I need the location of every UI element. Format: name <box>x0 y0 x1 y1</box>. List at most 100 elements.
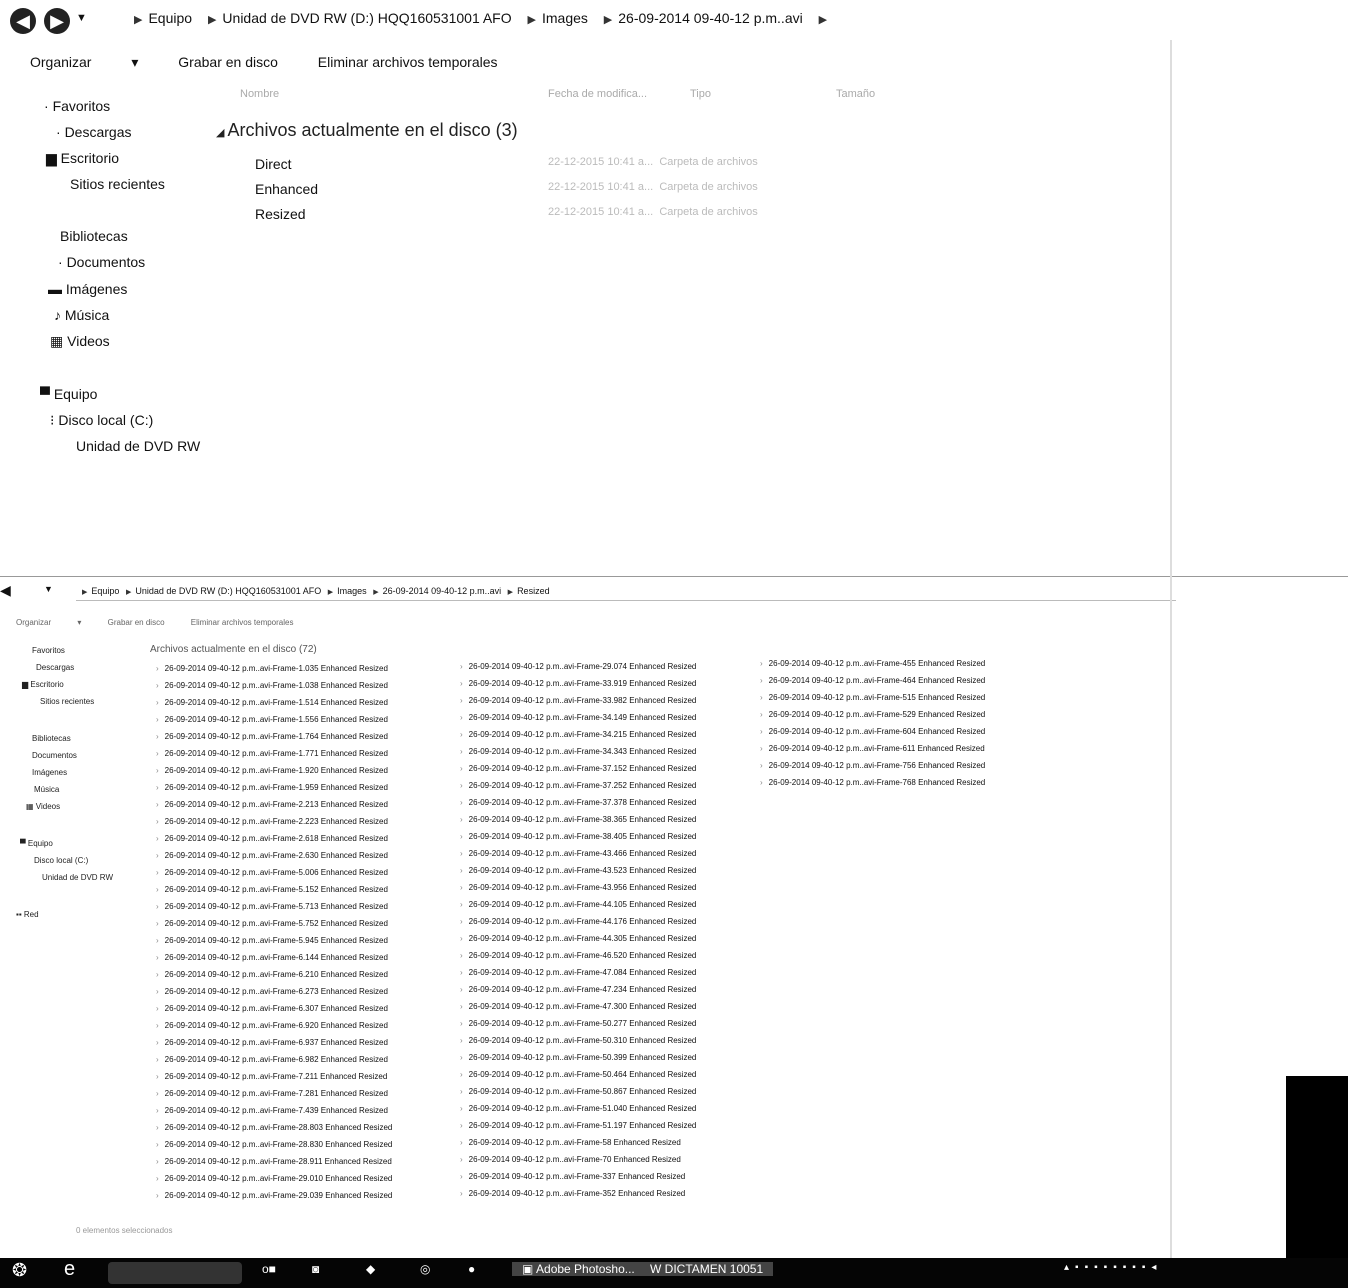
file-list-item[interactable]: 26-09-2014 09-40-12 p.m..avi-Frame-47.23… <box>460 981 697 998</box>
file-list-item[interactable]: 26-09-2014 09-40-12 p.m..avi-Frame-43.46… <box>460 845 697 862</box>
breadcrumb-item[interactable]: 26-09-2014 09-40-12 p.m..avi <box>618 10 802 26</box>
file-list-item[interactable]: 26-09-2014 09-40-12 p.m..avi-Frame-29.07… <box>460 658 697 675</box>
start-button-icon[interactable]: ❂ <box>12 1260 27 1281</box>
chrome-icon[interactable]: ● <box>468 1262 475 1276</box>
sidebar-item-videos[interactable]: ▦ Videos <box>50 333 110 350</box>
sidebar-item-recent[interactable]: Sitios recientes <box>70 176 165 192</box>
breadcrumb-item[interactable]: 26-09-2014 09-40-12 p.m..avi <box>383 586 502 596</box>
file-list-item[interactable]: 26-09-2014 09-40-12 p.m..avi-Frame-5.006… <box>156 864 392 881</box>
sidebar-item-libraries[interactable]: Bibliotecas <box>60 228 128 244</box>
file-list-item[interactable]: 26-09-2014 09-40-12 p.m..avi-Frame-28.80… <box>156 1119 393 1136</box>
file-list-item[interactable]: 26-09-2014 09-40-12 p.m..avi-Frame-611 E… <box>760 740 985 757</box>
history-dropdown-icon[interactable]: ▼ <box>76 12 87 24</box>
column-header-name[interactable]: Nombre <box>240 88 279 100</box>
file-list-item[interactable]: 26-09-2014 09-40-12 p.m..avi-Frame-7.439… <box>156 1102 392 1119</box>
file-list-item[interactable]: 26-09-2014 09-40-12 p.m..avi-Frame-1.514… <box>156 694 392 711</box>
organize-button[interactable]: Organizar ▾ <box>30 54 138 70</box>
sidebar-item-downloads[interactable]: · Descargas <box>56 124 131 140</box>
file-list-item[interactable]: 26-09-2014 09-40-12 p.m..avi-Frame-51.04… <box>460 1100 697 1117</box>
breadcrumb[interactable]: ▶ Equipo ▶ Unidad de DVD RW (D:) HQQ160531… <box>128 10 833 26</box>
file-list-item[interactable]: 26-09-2014 09-40-12 p.m..avi-Frame-7.281… <box>156 1085 392 1102</box>
burn-disc-button[interactable]: Grabar en disco <box>178 54 278 70</box>
file-list-item[interactable]: 26-09-2014 09-40-12 p.m..avi-Frame-1.038… <box>156 677 392 694</box>
file-list-item[interactable]: 26-09-2014 09-40-12 p.m..avi-Frame-6.307… <box>156 1000 392 1017</box>
sidebar-item-local-disk[interactable]: Disco local (C:) <box>34 856 88 865</box>
media-player-icon[interactable]: ◙ <box>312 1262 319 1276</box>
pinned-app-icon[interactable] <box>108 1262 242 1284</box>
file-list-item[interactable]: 26-09-2014 09-40-12 p.m..avi-Frame-1.959… <box>156 779 392 796</box>
forward-arrow-icon[interactable]: ▶ <box>44 8 70 34</box>
file-list-item[interactable]: 26-09-2014 09-40-12 p.m..avi-Frame-44.30… <box>460 930 697 947</box>
file-list-item[interactable]: 26-09-2014 09-40-12 p.m..avi-Frame-29.01… <box>156 1170 393 1187</box>
explorer-icon[interactable]: ◆ <box>366 1262 375 1276</box>
file-list-item[interactable]: 26-09-2014 09-40-12 p.m..avi-Frame-5.152… <box>156 881 392 898</box>
column-header-date[interactable]: Fecha de modifica... <box>548 88 647 100</box>
file-list-item[interactable]: 26-09-2014 09-40-12 p.m..avi-Frame-1.764… <box>156 728 392 745</box>
organize-button[interactable]: Organizar ▾ <box>16 618 81 627</box>
file-list-item[interactable]: 26-09-2014 09-40-12 p.m..avi-Frame-37.15… <box>460 760 697 777</box>
sidebar-item-documents[interactable]: · Documentos <box>58 254 145 270</box>
sidebar-item-desktop[interactable]: ▆ Escritorio <box>46 150 119 167</box>
back-arrow-icon[interactable]: ◀ <box>10 8 36 34</box>
file-list-item[interactable]: 26-09-2014 09-40-12 p.m..avi-Frame-50.27… <box>460 1015 697 1032</box>
file-list-item[interactable]: 26-09-2014 09-40-12 p.m..avi-Frame-1.920… <box>156 762 392 779</box>
file-list-item[interactable]: 26-09-2014 09-40-12 p.m..avi-Frame-1.771… <box>156 745 392 762</box>
file-list-item[interactable]: 26-09-2014 09-40-12 p.m..avi-Frame-43.52… <box>460 862 697 879</box>
file-list-item[interactable]: 26-09-2014 09-40-12 p.m..avi-Frame-70 En… <box>460 1151 696 1168</box>
file-list-item[interactable]: 26-09-2014 09-40-12 p.m..avi-Frame-51.19… <box>460 1117 697 1134</box>
sidebar-item-dvd-drive[interactable]: Unidad de DVD RW <box>76 438 200 454</box>
sidebar-item-libraries[interactable]: Bibliotecas <box>32 734 71 743</box>
sidebar-item-music[interactable]: Música <box>34 785 59 794</box>
file-list-item[interactable]: 26-09-2014 09-40-12 p.m..avi-Frame-2.213… <box>156 796 392 813</box>
file-list-item[interactable]: 26-09-2014 09-40-12 p.m..avi-Frame-6.937… <box>156 1034 392 1051</box>
file-list-item[interactable]: 26-09-2014 09-40-12 p.m..avi-Frame-756 E… <box>760 757 986 774</box>
file-list-item[interactable]: 26-09-2014 09-40-12 p.m..avi-Frame-1.035… <box>156 660 392 677</box>
file-list-item[interactable]: 26-09-2014 09-40-12 p.m..avi-Frame-6.144… <box>156 949 392 966</box>
group-header[interactable]: Archivos actualmente en el disco (72) <box>150 644 317 655</box>
file-list-item[interactable]: 26-09-2014 09-40-12 p.m..avi-Frame-29.03… <box>156 1187 393 1204</box>
file-list-item[interactable]: 26-09-2014 09-40-12 p.m..avi-Frame-34.14… <box>460 709 697 726</box>
breadcrumb-item[interactable]: Unidad de DVD RW (D:) HQQ160531001 AFO <box>135 586 321 596</box>
breadcrumb-item[interactable]: Images <box>337 586 367 596</box>
back-arrow-icon[interactable]: ◀ <box>0 582 11 599</box>
file-list-item[interactable]: 26-09-2014 09-40-12 p.m..avi-Frame-604 E… <box>760 723 986 740</box>
file-list-item[interactable]: 26-09-2014 09-40-12 p.m..avi-Frame-50.46… <box>460 1066 697 1083</box>
sidebar-item-favorites[interactable]: Favoritos <box>32 646 65 655</box>
file-list-item[interactable]: 26-09-2014 09-40-12 p.m..avi-Frame-515 E… <box>760 689 986 706</box>
file-list-item[interactable]: 26-09-2014 09-40-12 p.m..avi-Frame-44.17… <box>460 913 697 930</box>
file-list-item[interactable]: 26-09-2014 09-40-12 p.m..avi-Frame-33.98… <box>460 692 697 709</box>
file-list-item[interactable]: 26-09-2014 09-40-12 p.m..avi-Frame-455 E… <box>760 655 986 672</box>
history-dropdown-icon[interactable]: ▼ <box>44 584 53 594</box>
sidebar-item-dvd-drive[interactable]: Unidad de DVD RW <box>42 873 113 882</box>
file-list-item[interactable]: 26-09-2014 09-40-12 p.m..avi-Frame-1.556… <box>156 711 392 728</box>
file-list-item[interactable]: 26-09-2014 09-40-12 p.m..avi-Frame-28.91… <box>156 1153 392 1170</box>
file-list-item[interactable]: 26-09-2014 09-40-12 p.m..avi-Frame-37.37… <box>460 794 697 811</box>
breadcrumb-item[interactable]: Equipo <box>148 10 192 26</box>
file-list-item[interactable]: 26-09-2014 09-40-12 p.m..avi-Frame-2.630… <box>156 847 392 864</box>
file-list-item[interactable]: 26-09-2014 09-40-12 p.m..avi-Frame-50.86… <box>460 1083 697 1100</box>
file-list-item[interactable]: 26-09-2014 09-40-12 p.m..avi-Frame-6.982… <box>156 1051 392 1068</box>
file-list-item[interactable]: 26-09-2014 09-40-12 p.m..avi-Frame-44.10… <box>460 896 697 913</box>
file-list-item[interactable]: 26-09-2014 09-40-12 p.m..avi-Frame-768 E… <box>760 774 986 791</box>
breadcrumb-item[interactable]: Unidad de DVD RW (D:) HQQ160531001 AFO <box>222 10 511 26</box>
file-list-item[interactable]: 26-09-2014 09-40-12 p.m..avi-Frame-5.713… <box>156 898 392 915</box>
file-list-item[interactable]: 26-09-2014 09-40-12 p.m..avi-Frame-38.36… <box>460 811 697 828</box>
paint-icon[interactable]: ◎ <box>420 1262 430 1276</box>
file-list-item[interactable]: 26-09-2014 09-40-12 p.m..avi-Frame-38.40… <box>460 828 697 845</box>
sidebar-item-favorites[interactable]: · Favoritos <box>44 98 110 114</box>
sidebar-item-computer[interactable]: ▀ Equipo <box>40 386 97 402</box>
folder-row[interactable]: Direct <box>255 156 292 172</box>
outlook-icon[interactable]: o■ <box>262 1262 276 1276</box>
file-list-item[interactable]: 26-09-2014 09-40-12 p.m..avi-Frame-6.210… <box>156 966 392 983</box>
file-list-item[interactable]: 26-09-2014 09-40-12 p.m..avi-Frame-6.920… <box>156 1017 392 1034</box>
sidebar-item-videos[interactable]: ▦ Videos <box>26 802 60 811</box>
file-list-item[interactable]: 26-09-2014 09-40-12 p.m..avi-Frame-2.618… <box>156 830 392 847</box>
breadcrumb[interactable]: ▶ Equipo ▶ Unidad de DVD RW (D:) HQQ160531… <box>78 586 550 596</box>
taskbar-item-photoshop[interactable]: ▣ Adobe Photosho... <box>512 1262 645 1276</box>
sidebar-item-desktop[interactable]: ▆ Escritorio <box>22 680 64 689</box>
file-list-item[interactable]: 26-09-2014 09-40-12 p.m..avi-Frame-50.39… <box>460 1049 697 1066</box>
delete-temp-files-button[interactable]: Eliminar archivos temporales <box>191 618 294 627</box>
file-list-item[interactable]: 26-09-2014 09-40-12 p.m..avi-Frame-464 E… <box>760 672 986 689</box>
file-list-item[interactable]: 26-09-2014 09-40-12 p.m..avi-Frame-2.223… <box>156 813 392 830</box>
column-header-size[interactable]: Tamaño <box>836 88 875 100</box>
